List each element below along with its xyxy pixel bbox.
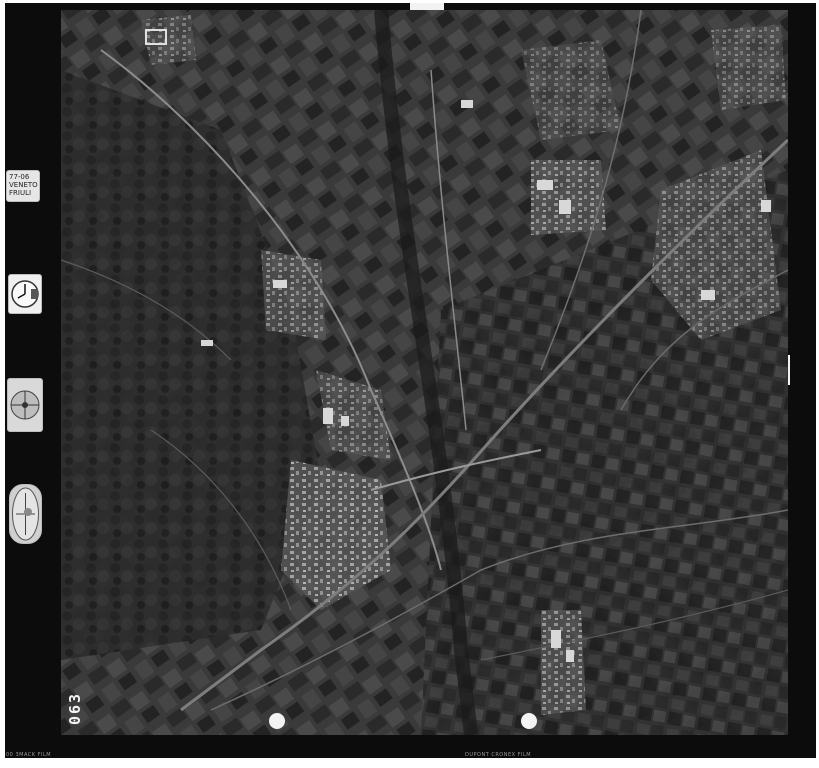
edge-text-left: 00 3MACK FILM [6,752,52,758]
level-bubble-icon [9,484,42,544]
fiducial-mark-right [521,713,537,729]
frame-number: 063 [66,691,84,725]
edge-text-bottom: DUPONT CRONEX FILM [465,752,532,758]
clock-icon [8,274,42,314]
altimeter-icon [7,378,43,432]
label-line-3: FRIULI [9,189,32,197]
fiducial-mark-left [269,713,285,729]
aerial-photograph [61,10,788,735]
label-line-1: 77-06 [9,173,30,181]
label-line-2: VENETO [9,181,38,189]
film-label-card: 77-06 VENETO FRIULI [6,170,40,202]
